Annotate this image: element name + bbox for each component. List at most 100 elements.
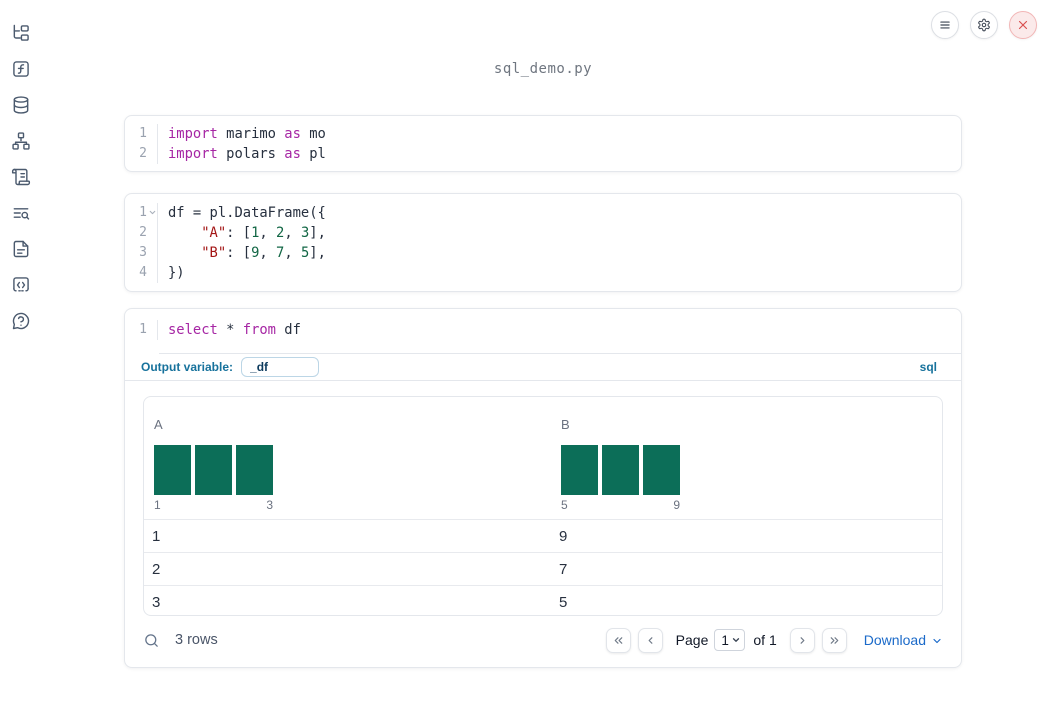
sql-cell: 1 select * from df Output variable: sql … bbox=[124, 308, 962, 668]
page-label: Page bbox=[675, 632, 709, 648]
token: , bbox=[259, 245, 277, 261]
notebook-filename[interactable]: sql_demo.py bbox=[124, 61, 962, 77]
code-text[interactable]: import polars as pl bbox=[158, 144, 326, 164]
line-number: 4 bbox=[125, 263, 158, 283]
code-text[interactable]: }) bbox=[158, 263, 185, 283]
table-row[interactable]: 2 7 bbox=[144, 552, 942, 585]
token: import bbox=[168, 146, 218, 162]
page-of-label: of 1 bbox=[753, 632, 777, 648]
cell-value: 7 bbox=[559, 560, 568, 578]
histogram-bar bbox=[643, 445, 680, 495]
cell-output: A 1 3 B 5 9 1 9 2 7 3 5 3 rows Page 1 of… bbox=[125, 381, 961, 667]
code-text[interactable]: select * from df bbox=[158, 320, 301, 340]
token: ], bbox=[309, 225, 326, 241]
cell-value: 2 bbox=[152, 560, 161, 578]
gear-icon[interactable] bbox=[970, 11, 998, 39]
database-icon[interactable] bbox=[11, 95, 31, 115]
histogram-bar bbox=[236, 445, 273, 495]
token: df = pl.DataFrame({ bbox=[168, 205, 326, 221]
cell-value: 3 bbox=[152, 593, 161, 611]
table-footer: 3 rows Page 1 of 1 Download bbox=[143, 616, 943, 664]
histogram-bars bbox=[561, 445, 680, 495]
token: ], bbox=[309, 245, 326, 261]
code-line: 2 import polars as pl bbox=[125, 144, 961, 164]
column-header[interactable]: B bbox=[561, 417, 932, 432]
code-text[interactable]: import marimo as mo bbox=[158, 124, 326, 144]
fold-chevron-icon[interactable] bbox=[147, 204, 157, 222]
token: select bbox=[168, 322, 218, 338]
text-search-icon[interactable] bbox=[11, 203, 31, 223]
line-number: 2 bbox=[125, 144, 158, 164]
helper-panel-sidebar bbox=[0, 0, 42, 713]
table-row[interactable]: 1 9 bbox=[144, 519, 942, 552]
token: from bbox=[242, 322, 276, 338]
next-page-button[interactable] bbox=[789, 627, 815, 653]
token: , bbox=[259, 225, 277, 241]
code-line: 1 select * from df bbox=[125, 320, 961, 340]
download-button[interactable]: Download bbox=[864, 632, 943, 648]
document-icon[interactable] bbox=[11, 239, 31, 259]
code-text[interactable]: "A": [1, 2, 3], bbox=[158, 223, 326, 243]
column-header[interactable]: A bbox=[154, 417, 541, 432]
download-label: Download bbox=[863, 632, 926, 648]
file-tree-icon[interactable] bbox=[11, 23, 31, 43]
token: "B" bbox=[201, 245, 227, 261]
code-cell-imports[interactable]: 1 import marimo as mo 2 import polars as… bbox=[124, 115, 962, 172]
cell-value: 9 bbox=[559, 527, 568, 545]
function-icon[interactable] bbox=[11, 59, 31, 79]
hist-min-label: 1 bbox=[154, 498, 161, 512]
table-header: A 1 3 B 5 9 bbox=[144, 397, 942, 519]
token: as bbox=[284, 126, 301, 142]
column-summary-a: A 1 3 bbox=[144, 409, 551, 519]
sql-editor[interactable]: 1 select * from df bbox=[125, 309, 961, 353]
token: polars bbox=[217, 146, 285, 162]
code-cell-dataframe[interactable]: 1 df = pl.DataFrame({ 2 "A": [1, 2, 3], … bbox=[124, 193, 962, 292]
token: pl bbox=[300, 146, 326, 162]
chevron-down-icon bbox=[732, 638, 740, 642]
dependency-graph-icon[interactable] bbox=[11, 131, 31, 151]
histogram-a: 1 3 bbox=[154, 445, 273, 512]
token: , bbox=[284, 245, 301, 261]
table-row[interactable]: 3 5 bbox=[144, 585, 942, 615]
help-chat-icon[interactable] bbox=[11, 311, 31, 331]
code-line: 3 "B": [9, 7, 5], bbox=[125, 243, 961, 263]
code-line: 1 import marimo as mo bbox=[125, 124, 961, 144]
code-line: 2 "A": [1, 2, 3], bbox=[125, 223, 961, 243]
chevron-down-icon bbox=[933, 638, 941, 644]
code-text[interactable]: df = pl.DataFrame({ bbox=[158, 203, 326, 223]
snippets-code-icon[interactable] bbox=[11, 275, 31, 295]
token: : [ bbox=[226, 245, 252, 261]
page-select-value: 1 bbox=[721, 632, 729, 648]
code-line: 1 df = pl.DataFrame({ bbox=[125, 203, 961, 223]
token: marimo bbox=[217, 126, 285, 142]
output-variable-row: Output variable: sql bbox=[125, 354, 961, 381]
first-page-button[interactable] bbox=[605, 627, 631, 653]
output-variable-label: Output variable: bbox=[141, 360, 234, 374]
scroll-logs-icon[interactable] bbox=[11, 167, 31, 187]
histogram-bar bbox=[602, 445, 639, 495]
histogram-bar bbox=[561, 445, 598, 495]
token: as bbox=[284, 146, 301, 162]
line-number: 1 bbox=[125, 203, 158, 223]
token: * bbox=[217, 322, 243, 338]
page-select[interactable]: 1 bbox=[714, 629, 746, 651]
histogram-bar bbox=[154, 445, 191, 495]
close-icon[interactable] bbox=[1009, 11, 1037, 39]
code-text[interactable]: "B": [9, 7, 5], bbox=[158, 243, 326, 263]
token: mo bbox=[300, 126, 326, 142]
token: df bbox=[276, 322, 301, 338]
histogram-bars bbox=[154, 445, 273, 495]
search-icon[interactable] bbox=[143, 632, 160, 649]
language-badge: sql bbox=[919, 360, 937, 374]
previous-page-button[interactable] bbox=[637, 627, 663, 653]
dataframe-table: A 1 3 B 5 9 1 9 2 7 3 5 bbox=[143, 396, 943, 616]
cell-value: 5 bbox=[559, 593, 568, 611]
hist-max-label: 9 bbox=[673, 498, 680, 512]
last-page-button[interactable] bbox=[821, 627, 847, 653]
token: : [ bbox=[226, 225, 252, 241]
line-number: 1 bbox=[125, 124, 158, 144]
output-variable-input[interactable] bbox=[241, 357, 320, 377]
line-number: 3 bbox=[125, 243, 158, 263]
